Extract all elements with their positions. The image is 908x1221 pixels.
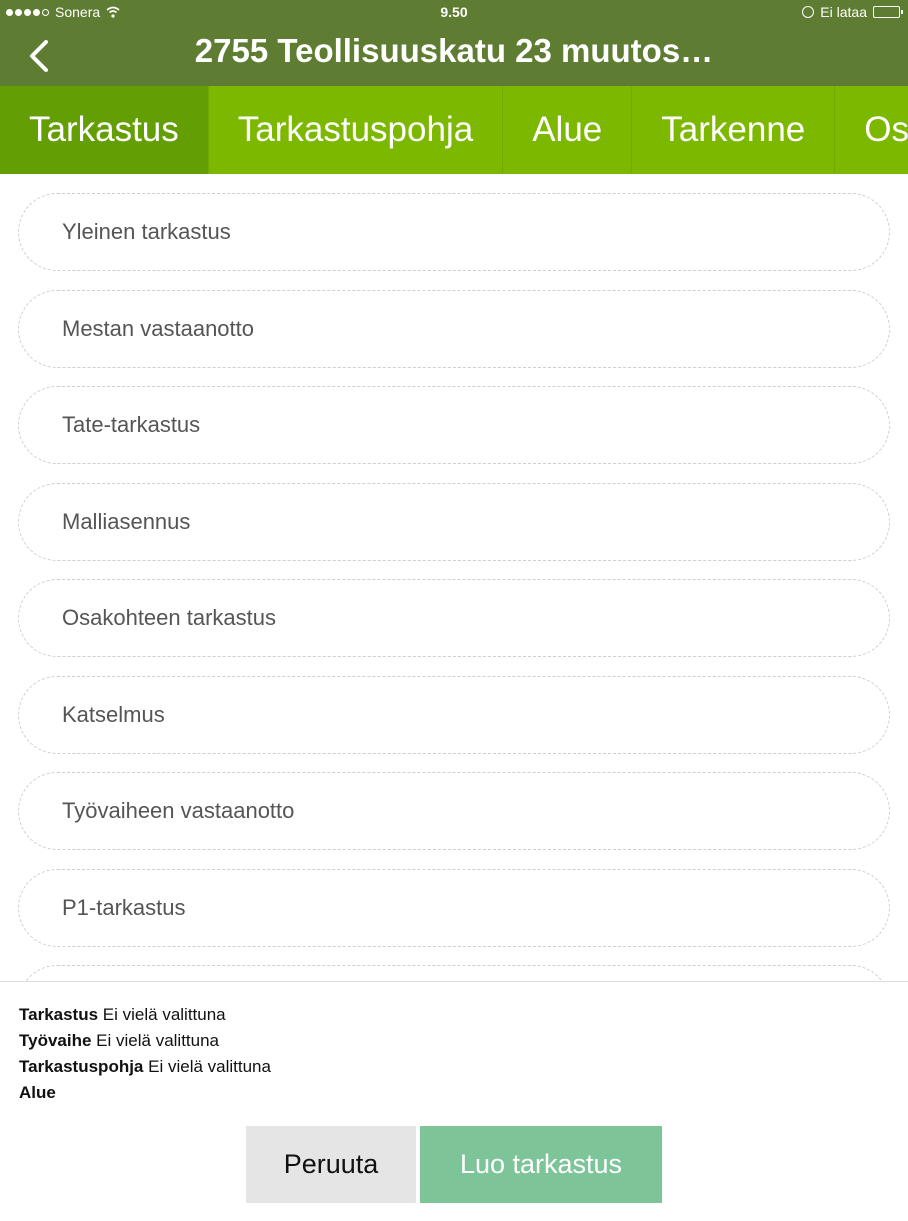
battery-icon xyxy=(873,6,903,18)
summary-row-alue: Alue xyxy=(19,1080,271,1106)
list-item[interactable] xyxy=(18,965,890,981)
status-time: 9.50 xyxy=(440,4,468,20)
chevron-left-icon xyxy=(30,40,48,72)
action-buttons: Peruuta Luo tarkastus xyxy=(246,1126,662,1203)
summary-row-tyovaihe: Työvaihe Ei vielä valittuna xyxy=(19,1028,271,1054)
summary-value: Ei vielä valittuna xyxy=(102,1005,226,1024)
rotation-lock-icon xyxy=(802,6,815,18)
summary-value: Ei vielä valittuna xyxy=(96,1031,220,1050)
summary-row-tarkastus: Tarkastus Ei vielä valittuna xyxy=(19,1002,271,1028)
inspection-type-list: Yleinen tarkastus Mestan vastaanotto Tat… xyxy=(18,193,890,981)
summary-label: Työvaihe xyxy=(19,1031,92,1050)
tab-tarkastus[interactable]: Tarkastus xyxy=(0,86,209,174)
tab-bar: Tarkastus Tarkastuspohja Alue Tarkenne O… xyxy=(0,86,908,174)
selection-summary: Tarkastus Ei vielä valittuna Työvaihe Ei… xyxy=(19,1002,271,1106)
tab-tarkenne[interactable]: Tarkenne xyxy=(632,86,836,174)
back-button[interactable] xyxy=(22,36,62,76)
list-item[interactable]: Yleinen tarkastus xyxy=(18,193,890,271)
cancel-button[interactable]: Peruuta xyxy=(246,1126,416,1203)
tab-tarkastuspohja[interactable]: Tarkastuspohja xyxy=(209,86,504,174)
list-item[interactable]: Osakohteen tarkastus xyxy=(18,579,890,657)
list-item[interactable]: Tate-tarkastus xyxy=(18,386,890,464)
page-title: 2755 Teollisuuskatu 23 muutos… xyxy=(194,32,714,69)
list-item[interactable]: Mestan vastaanotto xyxy=(18,289,890,368)
charging-status: Ei lataa xyxy=(820,4,867,20)
status-bar: Sonera 9.50 Ei lataa xyxy=(0,0,908,24)
summary-label: Tarkastuspohja xyxy=(19,1057,144,1076)
summary-row-tarkastuspohja: Tarkastuspohja Ei vielä valittuna xyxy=(19,1054,271,1080)
tab-osa[interactable]: Os xyxy=(835,86,908,174)
summary-label: Alue xyxy=(19,1083,56,1102)
summary-value: Ei vielä valittuna xyxy=(148,1057,271,1076)
list-item[interactable]: P1-tarkastus xyxy=(18,868,890,947)
navigation-bar: 2755 Teollisuuskatu 23 muutos… xyxy=(0,24,908,86)
summary-label: Tarkastus xyxy=(19,1005,99,1024)
list-item[interactable]: Malliasennus xyxy=(18,482,890,561)
status-right: Ei lataa xyxy=(802,4,903,20)
tab-alue[interactable]: Alue xyxy=(503,86,633,174)
list-item[interactable]: Katselmus xyxy=(18,675,890,754)
selection-summary-panel: Tarkastus Ei vielä valittuna Työvaihe Ei… xyxy=(0,981,908,1221)
create-inspection-button[interactable]: Luo tarkastus xyxy=(420,1126,662,1203)
list-item[interactable]: Työvaiheen vastaanotto xyxy=(18,772,890,850)
